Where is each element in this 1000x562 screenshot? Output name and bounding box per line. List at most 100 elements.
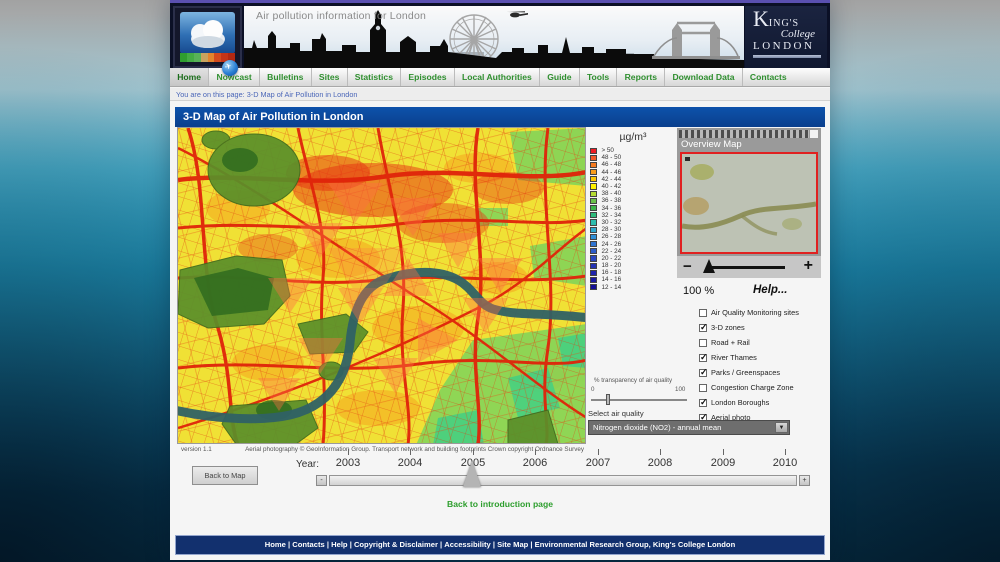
tower-bridge-icon xyxy=(652,23,740,59)
year-tick xyxy=(598,449,599,455)
footer-link-help[interactable]: Help xyxy=(331,540,354,549)
checkbox[interactable] xyxy=(699,399,707,407)
legend-swatch xyxy=(590,241,597,247)
nav-download-data[interactable]: Download Data xyxy=(665,68,742,86)
layer-london-boroughs[interactable]: London Boroughs xyxy=(699,396,769,409)
layer-congestion-charge-zone[interactable]: Congestion Charge Zone xyxy=(699,381,794,394)
legend-swatch xyxy=(590,284,597,290)
legend-swatch xyxy=(590,212,597,218)
help-link[interactable]: Help... xyxy=(753,284,788,296)
main-nav: Home Nowcast Bulletins Sites Statistics … xyxy=(170,68,830,87)
kings-college-london-logo: KING'S College LONDON xyxy=(745,6,827,68)
year-2006: 2006 xyxy=(513,457,557,469)
year-tick xyxy=(410,449,411,455)
year-step-back-button[interactable]: - xyxy=(316,475,327,486)
transparency-label: % transparency of air quality xyxy=(594,377,672,384)
nav-guide[interactable]: Guide xyxy=(540,68,580,86)
nav-contacts[interactable]: Contacts xyxy=(743,68,794,86)
map-footnote: version 1.1 Aerial photography © GeoInfo… xyxy=(177,445,586,456)
year-2007: 2007 xyxy=(576,457,620,469)
nav-episodes[interactable]: Episodes xyxy=(401,68,455,86)
transparency-max: 100 xyxy=(675,386,685,393)
legend-swatch xyxy=(590,255,597,261)
checkbox[interactable] xyxy=(699,369,707,377)
nav-statistics[interactable]: Statistics xyxy=(348,68,402,86)
zoom-in-button[interactable]: + xyxy=(804,257,813,275)
layer-3d-zones[interactable]: 3-D zones xyxy=(699,321,745,334)
year-tick xyxy=(785,449,786,455)
year-tick xyxy=(535,449,536,455)
footer-link-sitemap[interactable]: Site Map xyxy=(497,540,535,549)
zoom-slider-thumb[interactable] xyxy=(703,259,715,273)
transparency-min: 0 xyxy=(591,386,594,393)
year-2003: 2003 xyxy=(326,457,370,469)
year-slider-track[interactable] xyxy=(329,475,797,486)
nav-tools[interactable]: Tools xyxy=(580,68,618,86)
back-to-introduction-link[interactable]: Back to introduction page xyxy=(170,499,830,509)
legend-swatch xyxy=(590,155,597,161)
overview-map-title: Overview Map xyxy=(681,139,742,150)
legend-swatch xyxy=(590,148,597,154)
transparency-slider-thumb[interactable] xyxy=(606,394,610,405)
year-step-forward-button[interactable]: + xyxy=(799,475,810,486)
layer-parks-greenspaces[interactable]: Parks / Greenspaces xyxy=(699,366,780,379)
layer-air-quality-monitoring-sites[interactable]: Air Quality Monitoring sites xyxy=(699,306,799,319)
page-title: 3-D Map of Air Pollution in London xyxy=(175,107,825,127)
year-slider-thumb[interactable] xyxy=(463,461,481,487)
back-to-map-button[interactable]: Back to Map xyxy=(192,466,258,485)
checkbox[interactable] xyxy=(699,309,707,317)
footer-link-accessibility[interactable]: Accessibility xyxy=(444,540,497,549)
footer-link-home[interactable]: Home xyxy=(265,540,292,549)
legend-swatch xyxy=(590,263,597,269)
panel-close-button[interactable] xyxy=(810,130,818,138)
legend-swatch xyxy=(590,219,597,225)
overview-map-thumbnail[interactable] xyxy=(680,152,818,254)
transparency-slider-track[interactable] xyxy=(591,399,687,401)
big-ben-clock-icon xyxy=(376,26,380,30)
footer-link-copyright[interactable]: Copyright & Disclaimer xyxy=(354,540,444,549)
checkbox[interactable] xyxy=(699,384,707,392)
nav-bulletins[interactable]: Bulletins xyxy=(260,68,312,86)
cloud-icon xyxy=(180,12,235,54)
map-attribution: Aerial photography © GeoInformation Grou… xyxy=(245,446,584,453)
nav-home[interactable]: Home xyxy=(170,68,209,86)
nav-sites[interactable]: Sites xyxy=(312,68,348,86)
year-tick xyxy=(660,449,661,455)
footer-link-contacts[interactable]: Contacts xyxy=(292,540,331,549)
year-label: Year: xyxy=(296,459,319,470)
chevron-down-icon[interactable]: ▼ xyxy=(775,422,788,433)
nav-reports[interactable]: Reports xyxy=(617,68,665,86)
checkbox[interactable] xyxy=(699,324,707,332)
nav-local-authorities[interactable]: Local Authorities xyxy=(455,68,540,86)
overview-map-panel: Overview Map − xyxy=(677,128,821,278)
footer-erg-text: Environmental Research Group, King's Col… xyxy=(535,540,736,549)
map-version: version 1.1 xyxy=(181,446,212,453)
pollution-map[interactable] xyxy=(177,127,586,444)
londonair-page: Air pollution information for London ✈ K… xyxy=(170,0,830,560)
londonair-logo[interactable] xyxy=(173,6,242,68)
year-tick xyxy=(348,449,349,455)
legend-swatch xyxy=(590,277,597,283)
layer-road-rail[interactable]: Road + Rail xyxy=(699,336,750,349)
checkbox[interactable] xyxy=(699,354,707,362)
year-2010: 2010 xyxy=(763,457,807,469)
legend-swatch xyxy=(590,227,597,233)
panel-drag-handle[interactable] xyxy=(679,130,809,138)
legend-swatch xyxy=(590,191,597,197)
layer-river-thames[interactable]: River Thames xyxy=(699,351,757,364)
legend-title: µg/m³ xyxy=(590,131,676,143)
air-quality-select[interactable]: Nitrogen dioxide (NO2) - annual mean ▼ xyxy=(588,420,790,435)
air-quality-select-label: Select air quality xyxy=(588,409,644,418)
legend-swatch xyxy=(590,270,597,276)
checkbox[interactable] xyxy=(699,339,707,347)
zoom-percent-value: 100 % xyxy=(683,285,714,297)
year-tick xyxy=(473,449,474,455)
zoom-slider-track[interactable] xyxy=(707,266,785,269)
site-footer: HomeContactsHelpCopyright & DisclaimerAc… xyxy=(175,535,825,555)
zoom-out-button[interactable]: − xyxy=(683,258,692,275)
helicopter-icon xyxy=(507,11,528,17)
legend-swatch xyxy=(590,234,597,240)
year-tick xyxy=(723,449,724,455)
header-banner: Air pollution information for London xyxy=(244,6,744,68)
year-2008: 2008 xyxy=(638,457,682,469)
